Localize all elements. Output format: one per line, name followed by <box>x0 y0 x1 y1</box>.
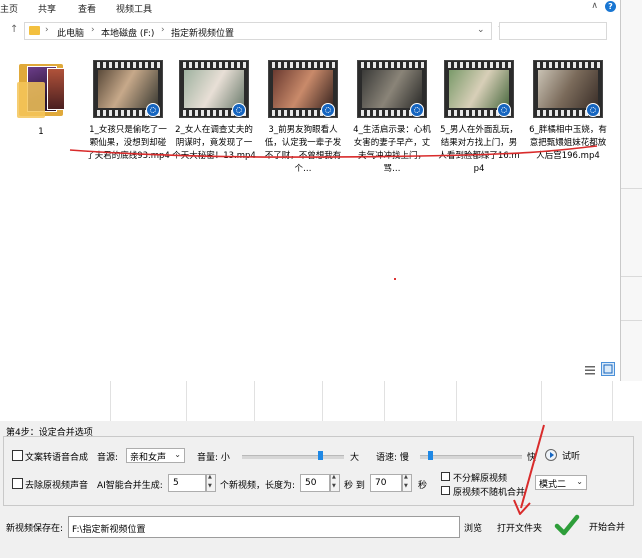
search-input[interactable] <box>499 22 607 40</box>
seconds-label: 秒 <box>418 481 428 491</box>
file-explorer-window: 主页 共享 查看 视频工具 ∧ ? ↑ › 此电脑 › 本地磁盘 (F:) › … <box>0 0 621 382</box>
video-thumbnail <box>268 60 338 118</box>
help-icon[interactable]: ? <box>605 1 616 12</box>
chevron-down-icon: ⌄ <box>174 450 181 459</box>
volume-slider-thumb[interactable] <box>318 451 323 460</box>
open-folder-button[interactable]: 打开文件夹 <box>497 521 542 534</box>
trial-listen-label: 试听 <box>562 452 581 462</box>
video-file-item[interactable]: 2_女人在调查丈夫的阴谋时，竟发现了一个天大秘密！13.mp4 <box>172 60 256 163</box>
min-length-stepper[interactable] <box>330 474 340 492</box>
no-random-merge-checkbox[interactable] <box>441 486 450 495</box>
video-count-input[interactable]: 5 <box>168 474 206 492</box>
breadcrumb-target-folder[interactable]: 指定新视频位置 <box>171 26 234 39</box>
folder-icon <box>29 26 40 35</box>
checkmark-icon[interactable] <box>554 512 580 538</box>
remove-audio-checkbox[interactable] <box>12 478 23 489</box>
video-player-icon <box>410 103 424 117</box>
stray-dot <box>394 278 396 280</box>
file-name: 4_生活启示录：心机女害的妻子早产，丈夫气冲冲找上门，骂… <box>353 125 431 174</box>
trial-listen-button[interactable]: 试听 <box>545 448 581 463</box>
video-count-stepper[interactable] <box>206 474 216 492</box>
background-table <box>0 381 642 421</box>
file-name: 3_前男友狗眼看人低，认定我一辈子发不了财，不曾想我有个… <box>264 125 342 174</box>
volume-slider[interactable] <box>242 455 344 459</box>
no-split-label: 不分解原视频 <box>453 474 508 484</box>
video-file-item[interactable]: 4_生活启示录：心机女害的妻子早产，丈夫气冲冲找上门，骂… <box>350 60 434 176</box>
video-player-icon <box>146 103 160 117</box>
play-icon <box>545 449 557 461</box>
browse-button[interactable]: 浏览 <box>464 521 482 534</box>
merge-options-group <box>3 436 634 506</box>
max-length-input[interactable]: 70 <box>370 474 402 492</box>
breadcrumb-this-pc[interactable]: 此电脑 <box>57 26 84 39</box>
speed-label: 语速: 慢 <box>376 453 409 463</box>
tab-home[interactable]: 主页 <box>0 2 18 15</box>
video-thumbnail <box>357 60 427 118</box>
chevron-down-icon[interactable]: ⌄ <box>477 25 485 35</box>
folder-item[interactable]: 1 <box>14 60 68 139</box>
ribbon-tabs: 主页 共享 查看 视频工具 ∧ ? <box>0 0 620 16</box>
ai-merge-label: AI智能合并生成: <box>97 481 163 491</box>
file-name: 6_胖橘相中玉娆，有意把甄嬛姐妹花都放人后宫196.mp4 <box>529 125 607 161</box>
volume-max-label: 大 <box>350 453 360 463</box>
seconds-to-label: 秒 到 <box>344 481 365 491</box>
tab-view[interactable]: 查看 <box>78 2 96 15</box>
chevron-right-icon: › <box>161 25 165 35</box>
video-file-item[interactable]: 5_男人在外面乱玩，结果对方找上门，男人看到脸都绿了16.mp4 <box>437 60 521 176</box>
tab-share[interactable]: 共享 <box>38 2 56 15</box>
file-name: 2_女人在调查丈夫的阴谋时，竟发现了一个天大秘密！13.mp4 <box>172 125 256 161</box>
address-row: ↑ › 此电脑 › 本地磁盘 (F:) › 指定新视频位置 ⌄ ↻ <box>0 20 620 44</box>
speed-max-label: 快 <box>527 453 537 463</box>
tts-checkbox[interactable] <box>12 450 23 461</box>
video-thumbnail <box>533 60 603 118</box>
up-arrow-icon[interactable]: ↑ <box>10 24 18 35</box>
video-thumbnail <box>93 60 163 118</box>
video-file-item[interactable]: 6_胖橘相中玉娆，有意把甄嬛姐妹花都放人后宫196.mp4 <box>526 60 610 163</box>
video-player-icon <box>232 103 246 117</box>
max-length-stepper[interactable] <box>402 474 412 492</box>
mode-select-value: 模式二 <box>539 480 567 490</box>
min-length-input[interactable]: 50 <box>300 474 330 492</box>
collapse-ribbon-icon[interactable]: ∧ <box>591 1 598 11</box>
video-player-icon <box>586 103 600 117</box>
video-player-icon <box>321 103 335 117</box>
video-file-item[interactable]: 1_女孩只是偷吃了一颗仙果，没想到却碰了夫君的底线93.mp4 <box>86 60 170 163</box>
tts-checkbox-label: 文案转语音合成 <box>25 453 89 463</box>
breadcrumb-drive-f[interactable]: 本地磁盘 (F:) <box>101 26 154 39</box>
file-name: 1_女孩只是偷吃了一颗仙果，没想到却碰了夫君的底线93.mp4 <box>86 125 170 161</box>
folder-icon <box>17 60 65 118</box>
save-path-label: 新视频保存在: <box>6 524 64 534</box>
large-icons-view-icon[interactable] <box>601 362 615 376</box>
save-path-input[interactable]: F:\指定新视频位置 <box>68 516 460 538</box>
chevron-right-icon: › <box>91 25 95 35</box>
speed-slider-thumb[interactable] <box>428 451 433 460</box>
video-thumbnail <box>444 60 514 118</box>
tab-video-tools[interactable]: 视频工具 <box>116 2 152 15</box>
remove-audio-label: 去除原视频声音 <box>25 481 89 491</box>
start-merge-button[interactable]: 开始合并 <box>589 520 625 533</box>
no-random-merge-label: 原视频不随机合并 <box>453 488 526 498</box>
video-file-item[interactable]: 3_前男友狗眼看人低，认定我一辈子发不了财，不曾想我有个… <box>261 60 345 176</box>
details-view-icon[interactable] <box>584 364 596 376</box>
address-bar[interactable]: › 此电脑 › 本地磁盘 (F:) › 指定新视频位置 ⌄ ↻ <box>24 22 506 40</box>
chevron-down-icon: ⌄ <box>576 477 583 486</box>
file-name: 5_男人在外面乱玩，结果对方找上门，男人看到脸都绿了16.mp4 <box>438 125 520 174</box>
voice-select[interactable]: 亲和女声 ⌄ <box>126 448 185 463</box>
volume-label: 音量: 小 <box>197 453 230 463</box>
video-thumbnail <box>179 60 249 118</box>
video-count-unit: 个新视频，长度为: <box>220 481 296 491</box>
voice-label: 音源: <box>97 453 119 463</box>
mode-select[interactable]: 模式二 ⌄ <box>535 475 587 490</box>
no-split-checkbox[interactable] <box>441 472 450 481</box>
folder-label: 1 <box>38 127 44 137</box>
chevron-right-icon: › <box>45 25 49 35</box>
background-app-panel <box>621 0 642 420</box>
video-player-icon <box>497 103 511 117</box>
voice-select-value: 亲和女声 <box>130 453 167 463</box>
speed-slider[interactable] <box>420 455 522 459</box>
